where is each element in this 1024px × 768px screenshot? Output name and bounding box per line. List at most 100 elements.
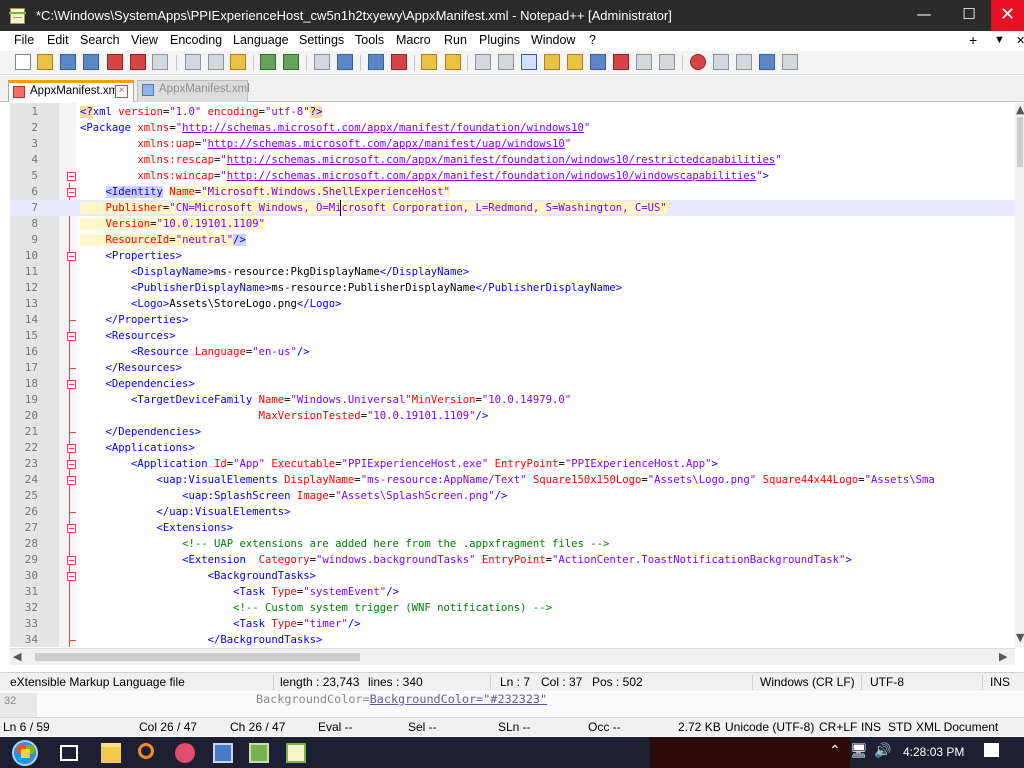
code-line[interactable]: 26 </uap:VisualElements> [10, 504, 1015, 520]
print-icon[interactable] [152, 54, 168, 70]
fold-toggle[interactable] [67, 444, 76, 453]
code-line[interactable]: 22 <Applications> [10, 440, 1015, 456]
menu-encoding[interactable]: Encoding [170, 33, 222, 47]
code-line[interactable]: 6 <Identity Name="Microsoft.Windows.Shel… [10, 184, 1015, 200]
undo-icon[interactable] [260, 54, 276, 70]
fold-toggle[interactable] [67, 172, 76, 181]
taskbar-clock[interactable]: 4:28:03 PM [903, 745, 964, 759]
vertical-scrollbar[interactable]: ▲ ▼ [1015, 103, 1024, 647]
code-line[interactable]: 28 <!-- UAP extensions are added here fr… [10, 536, 1015, 552]
doc-switcher-icon[interactable] [659, 54, 675, 70]
search-icon[interactable] [138, 743, 154, 759]
code-line[interactable]: 11 <DisplayName>ms-resource:PkgDisplayNa… [10, 264, 1015, 280]
word-wrap-icon[interactable] [475, 54, 491, 70]
sync-horizontal-icon[interactable] [445, 54, 461, 70]
new-file-icon[interactable] [15, 54, 31, 70]
code-line[interactable]: 15 <Resources> [10, 328, 1015, 344]
close-button[interactable]: ✕ [991, 0, 1024, 31]
show-all-characters-icon[interactable] [498, 54, 514, 70]
code-line[interactable]: 1 <?xml version="1.0" encoding="utf-8"?> [10, 104, 1015, 120]
new-tab-plus-button[interactable]: + [969, 32, 977, 48]
playback-icon[interactable] [736, 54, 752, 70]
code-line[interactable]: 34 </BackgroundTasks> [10, 632, 1015, 647]
show-hidden-icons-icon[interactable]: ⌃ [829, 743, 841, 759]
menu-macro[interactable]: Macro [396, 33, 431, 47]
code-line[interactable]: 16 <Resource Language="en-us"/> [10, 344, 1015, 360]
monitor-app-icon[interactable] [213, 743, 233, 763]
menu-search[interactable]: Search [80, 33, 120, 47]
language-icon[interactable] [544, 54, 560, 70]
code-line[interactable]: 25 <uap:SplashScreen Image="Assets\Splas… [10, 488, 1015, 504]
code-line[interactable]: 23 <Application Id="App" Executable="PPI… [10, 456, 1015, 472]
fold-toggle[interactable] [67, 332, 76, 341]
cut-icon[interactable] [185, 54, 201, 70]
code-editor[interactable]: 1 <?xml version="1.0" encoding="utf-8"?> … [10, 103, 1015, 647]
close-document-button[interactable]: ✕ [1016, 34, 1024, 47]
code-line[interactable]: 19 <TargetDeviceFamily Name="Windows.Uni… [10, 392, 1015, 408]
tab-list-dropdown[interactable]: ▼ [994, 34, 1005, 46]
menu-edit[interactable]: Edit [47, 33, 69, 47]
tab-appxmanifest-active[interactable]: AppxManifest.xml × [8, 80, 134, 102]
code-line[interactable]: 33 <Task Type="timer"/> [10, 616, 1015, 632]
code-line[interactable]: 12 <PublisherDisplayName>ms-resource:Pub… [10, 280, 1015, 296]
encoding-status[interactable]: UTF-8 [870, 675, 904, 689]
vertical-scroll-thumb[interactable] [1017, 117, 1023, 167]
code-line[interactable]: 5 xmlns:wincap="http://schemas.microsoft… [10, 168, 1015, 184]
save-icon[interactable] [60, 54, 76, 70]
code-line[interactable]: 8 Version="10.0.19101.1109" [10, 216, 1015, 232]
fold-toggle[interactable] [67, 460, 76, 469]
code-line[interactable]: 30 <BackgroundTasks> [10, 568, 1015, 584]
network-icon[interactable]: 🖥 [850, 743, 868, 759]
code-line[interactable]: 32 <!-- Custom system trigger (WNF notif… [10, 600, 1015, 616]
menu-view[interactable]: View [131, 33, 158, 47]
tab-close-button[interactable]: × [115, 85, 128, 98]
code-line[interactable]: 20 MaxVersionTested="10.0.19101.1109"/> [10, 408, 1015, 424]
action-center-icon[interactable] [984, 743, 999, 757]
fold-toggle[interactable] [67, 524, 76, 533]
redo-icon[interactable] [283, 54, 299, 70]
scroll-down-arrow-icon[interactable]: ▼ [1016, 631, 1024, 644]
sync-vertical-icon[interactable] [421, 54, 437, 70]
horizontal-scrollbar[interactable]: ◀ ▶ [10, 648, 1015, 665]
start-orb-icon[interactable] [12, 740, 38, 766]
code-line[interactable]: 13 <Logo>Assets\StoreLogo.png</Logo> [10, 296, 1015, 312]
code-line[interactable]: 2 <Package xmlns="http://schemas.microsof… [10, 120, 1015, 136]
task-view-icon[interactable] [60, 745, 78, 761]
code-line[interactable]: 4 xmlns:rescap="http://schemas.microsoft… [10, 152, 1015, 168]
code-line[interactable]: 27 <Extensions> [10, 520, 1015, 536]
menu-language[interactable]: Language [233, 33, 289, 47]
folder-workspace-icon[interactable] [613, 54, 629, 70]
code-line[interactable]: 9 ResourceId="neutral"/> [10, 232, 1015, 248]
fold-toggle[interactable] [67, 556, 76, 565]
code-line[interactable]: 14 </Properties> [10, 312, 1015, 328]
code-line[interactable]: 17 </Resources> [10, 360, 1015, 376]
eol-status[interactable]: Windows (CR LF) [760, 675, 855, 689]
menu-help[interactable]: ? [589, 33, 596, 47]
code-line[interactable]: 24 <uap:VisualElements DisplayName="ms-r… [10, 472, 1015, 488]
file-explorer-icon[interactable] [101, 743, 121, 763]
horizontal-scroll-thumb[interactable] [35, 653, 360, 661]
colorful-app-icon[interactable] [175, 743, 195, 763]
scroll-up-arrow-icon[interactable]: ▲ [1016, 103, 1024, 116]
save-macro-icon[interactable] [782, 54, 798, 70]
green-app-icon[interactable] [249, 743, 269, 763]
scroll-left-arrow-icon[interactable]: ◀ [13, 650, 21, 663]
fold-toggle[interactable] [67, 252, 76, 261]
volume-icon[interactable]: 🔊 [874, 743, 891, 759]
minimize-button[interactable]: — [901, 0, 947, 31]
code-line[interactable]: 3 xmlns:uap="http://schemas.microsoft.co… [10, 136, 1015, 152]
stop-recording-icon[interactable] [713, 54, 729, 70]
run-macro-icon[interactable] [759, 54, 775, 70]
menu-plugins[interactable]: Plugins [479, 33, 520, 47]
fold-toggle[interactable] [67, 572, 76, 581]
fold-toggle[interactable] [67, 380, 76, 389]
code-line[interactable]: 10 <Properties> [10, 248, 1015, 264]
find-icon[interactable] [314, 54, 330, 70]
notepad-plus-plus-icon[interactable] [286, 743, 306, 763]
code-line[interactable]: 18 <Dependencies> [10, 376, 1015, 392]
zoom-in-icon[interactable] [368, 54, 384, 70]
menu-settings[interactable]: Settings [299, 33, 344, 47]
record-macro-icon[interactable] [690, 54, 706, 70]
indent-guide-icon[interactable] [521, 54, 537, 70]
monitoring-icon[interactable] [636, 54, 652, 70]
